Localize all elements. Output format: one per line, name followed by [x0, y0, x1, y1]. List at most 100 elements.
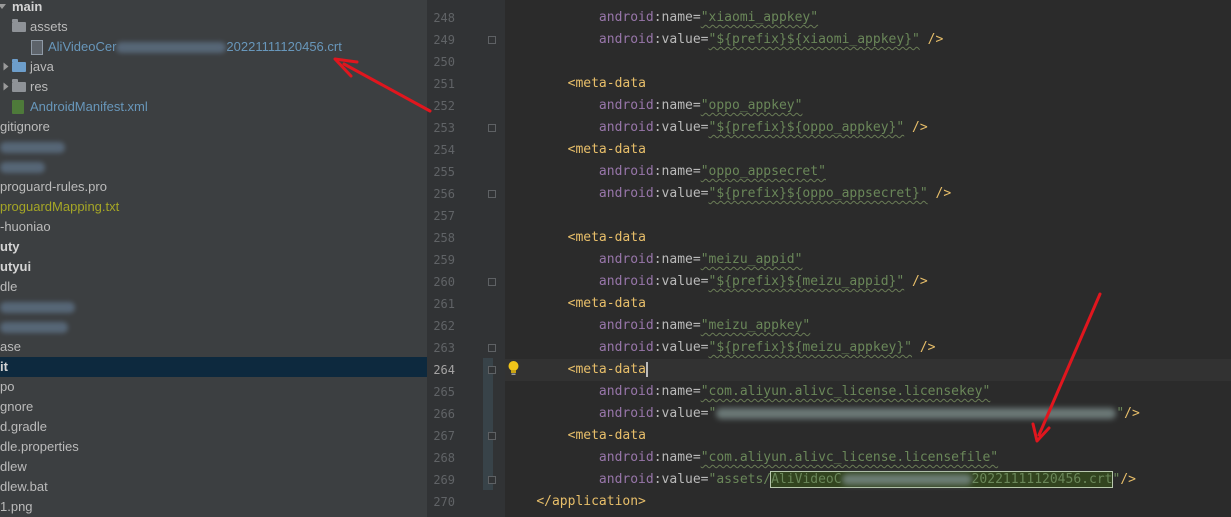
- code-line[interactable]: android:name="meizu_appid": [505, 249, 1231, 271]
- tree-item-label: gitignore: [0, 119, 50, 134]
- xml-attr-value: "${prefix}${oppo_appkey}": [708, 120, 905, 135]
- fold-marker-icon[interactable]: [488, 36, 496, 44]
- collapse-chevron-icon[interactable]: [0, 4, 6, 9]
- code-line[interactable]: [505, 51, 1231, 73]
- xml-attr-value: "meizu_appkey": [700, 318, 811, 333]
- tree-item[interactable]: java: [0, 57, 427, 77]
- fold-marker-icon[interactable]: [488, 476, 496, 484]
- tree-item-label: utyui: [0, 259, 32, 274]
- tree-item-label: res: [30, 79, 49, 94]
- fold-marker-icon[interactable]: [488, 344, 496, 352]
- tree-item[interactable]: proguardMapping.txt: [0, 197, 427, 217]
- text-caret: [645, 362, 648, 377]
- tree-item[interactable]: dle.properties: [0, 437, 427, 457]
- tree-item[interactable]: 1.png: [0, 497, 427, 517]
- lightbulb-icon[interactable]: [507, 360, 520, 376]
- xml-namespace: android: [598, 450, 654, 465]
- line-number: 266: [433, 407, 455, 421]
- fold-marker-icon[interactable]: [488, 432, 496, 440]
- code-line[interactable]: android:name="oppo_appkey": [505, 95, 1231, 117]
- tree-item[interactable]: AndroidManifest.xml: [0, 97, 427, 117]
- tree-item[interactable]: po: [0, 377, 427, 397]
- tree-item[interactable]: dle: [0, 277, 427, 297]
- expand-chevron-icon[interactable]: [3, 82, 9, 91]
- tree-item-label: uty: [0, 239, 20, 254]
- code-line[interactable]: android:name="oppo_appsecret": [505, 161, 1231, 183]
- xml-attr-name: :name=: [653, 384, 701, 399]
- tree-item[interactable]: proguard-rules.pro: [0, 177, 427, 197]
- tree-item[interactable]: dlew.bat: [0, 477, 427, 497]
- tree-item[interactable]: assets: [0, 17, 427, 37]
- tree-item[interactable]: -huoniao: [0, 217, 427, 237]
- tree-item[interactable]: gnore: [0, 397, 427, 417]
- code-line[interactable]: android:value="assets/AliVideoC 202211111…: [505, 469, 1231, 491]
- tree-item-label: it: [0, 359, 8, 374]
- code-line[interactable]: android:name="com.aliyun.alivc_license.l…: [505, 447, 1231, 469]
- redacted-text: [0, 142, 65, 154]
- code-line[interactable]: <meta-data: [505, 73, 1231, 95]
- xml-tag: />: [1124, 406, 1140, 421]
- xml-attr-value: "${prefix}${meizu_appkey}": [708, 340, 913, 355]
- xml-namespace: android: [598, 384, 654, 399]
- line-number: 252: [433, 99, 455, 113]
- code-editor[interactable]: android:name="xiaomi_appkey" android:val…: [505, 0, 1231, 517]
- fold-marker-icon[interactable]: [488, 124, 496, 132]
- code-line[interactable]: <meta-data: [505, 293, 1231, 315]
- fold-marker-icon[interactable]: [488, 190, 496, 198]
- tree-item[interactable]: dlew: [0, 457, 427, 477]
- fold-marker-icon[interactable]: [488, 366, 496, 374]
- fold-marker-icon[interactable]: [488, 278, 496, 286]
- tree-item[interactable]: gitignore: [0, 117, 427, 137]
- tree-item[interactable]: it: [0, 357, 427, 377]
- xml-attr-value: "${prefix}${xiaomi_appkey}": [708, 32, 920, 47]
- xml-attr-name: :name=: [653, 318, 701, 333]
- tree-item[interactable]: res: [0, 77, 427, 97]
- xml-namespace: android: [598, 472, 654, 487]
- xml-namespace: android: [598, 10, 654, 25]
- tree-item[interactable]: [0, 317, 427, 337]
- code-line[interactable]: <meta-data: [505, 359, 1231, 381]
- code-line[interactable]: android:value="${prefix}${oppo_appkey}" …: [505, 117, 1231, 139]
- folder-icon: [12, 59, 26, 72]
- code-line[interactable]: android:name="xiaomi_appkey": [505, 7, 1231, 29]
- xml-attr-name: :name=: [653, 252, 701, 267]
- code-line[interactable]: android:name="meizu_appkey": [505, 315, 1231, 337]
- xml-file-icon: [12, 100, 24, 114]
- tree-item-label: 1.png: [0, 499, 33, 514]
- xml-attr-name: :name=: [653, 98, 701, 113]
- tree-item[interactable]: [0, 297, 427, 317]
- code-line[interactable]: android:value="${prefix}${meizu_appid}" …: [505, 271, 1231, 293]
- code-line[interactable]: android:name="com.aliyun.alivc_license.l…: [505, 381, 1231, 403]
- code-line[interactable]: android:value="${prefix}${meizu_appkey}"…: [505, 337, 1231, 359]
- xml-attr-value: "meizu_appid": [700, 252, 803, 267]
- tree-item-label: [0, 137, 65, 157]
- tree-item[interactable]: utyui: [0, 257, 427, 277]
- line-number: 251: [433, 77, 455, 91]
- code-line[interactable]: android:value=" "/>: [505, 403, 1231, 425]
- tree-item[interactable]: ase: [0, 337, 427, 357]
- xml-namespace: android: [598, 120, 654, 135]
- tree-item[interactable]: AliVideoCer 20221111120456.crt: [0, 37, 427, 57]
- tree-item[interactable]: [0, 157, 427, 177]
- xml-attr-value: ": [1116, 406, 1125, 421]
- code-line[interactable]: </application>: [505, 491, 1231, 513]
- code-line[interactable]: <meta-data: [505, 227, 1231, 249]
- code-line[interactable]: <meta-data: [505, 425, 1231, 447]
- xml-attr-value: 20221111120456.crt: [971, 472, 1113, 487]
- tree-item[interactable]: main: [0, 0, 427, 17]
- code-line[interactable]: android:value="${prefix}${xiaomi_appkey}…: [505, 29, 1231, 51]
- code-line[interactable]: android:value="${prefix}${oppo_appsecret…: [505, 183, 1231, 205]
- code-line[interactable]: [505, 205, 1231, 227]
- code-line[interactable]: <meta-data: [505, 139, 1231, 161]
- tree-item[interactable]: [0, 137, 427, 157]
- expand-chevron-icon[interactable]: [3, 62, 9, 71]
- tree-item[interactable]: uty: [0, 237, 427, 257]
- tree-item[interactable]: d.gradle: [0, 417, 427, 437]
- xml-tag: />: [919, 32, 944, 47]
- xml-tag: <meta-data: [567, 428, 646, 443]
- xml-namespace: android: [598, 186, 654, 201]
